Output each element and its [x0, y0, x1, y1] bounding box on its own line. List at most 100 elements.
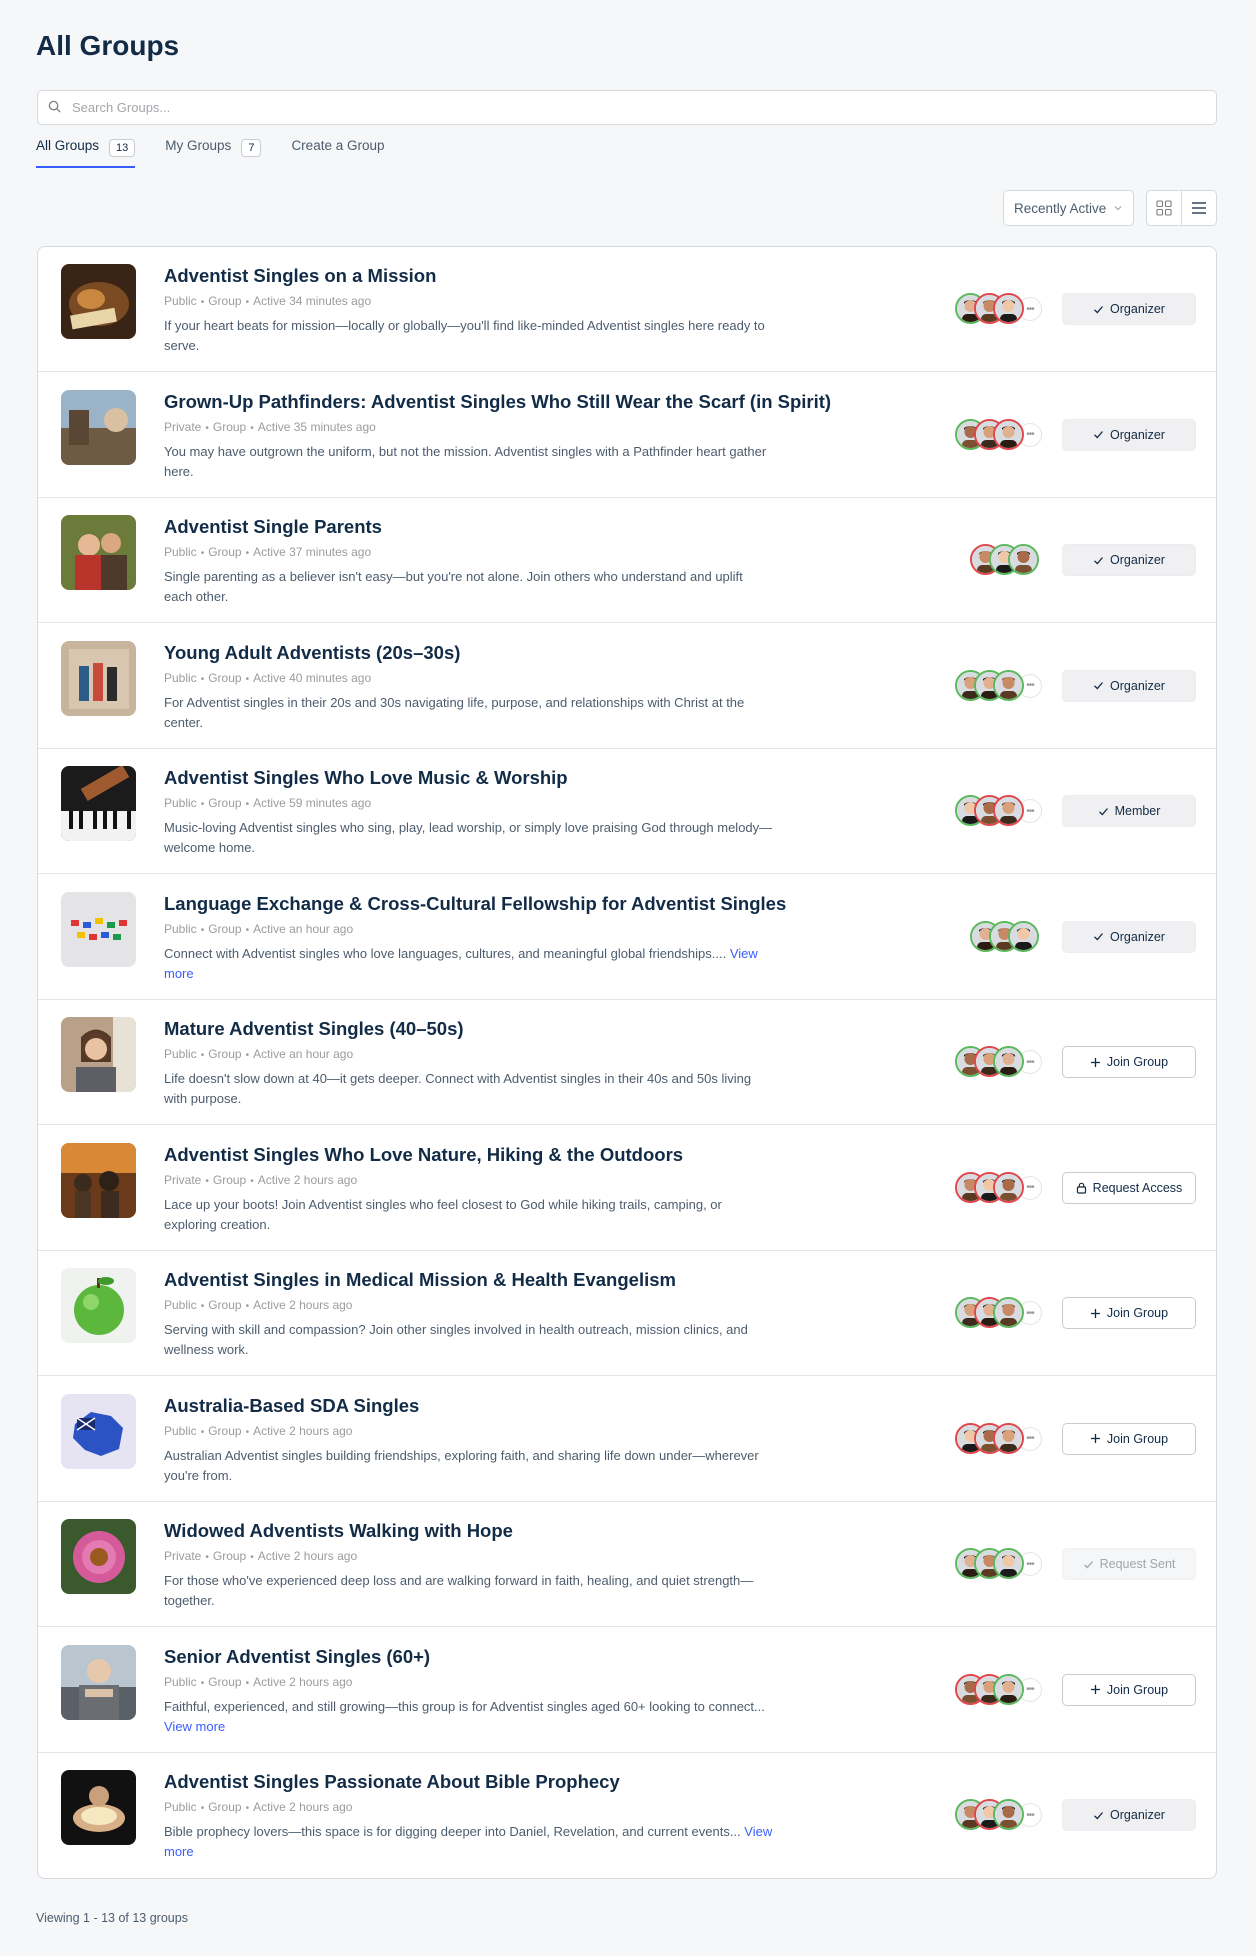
view-more-link[interactable]: View more — [164, 1719, 225, 1734]
plus-icon — [1090, 1308, 1100, 1318]
group-name-link[interactable]: Language Exchange & Cross-Cultural Fello… — [164, 893, 786, 915]
tab-all-groups[interactable]: All Groups 13 — [36, 138, 136, 168]
group-row: Australia-Based SDA Singles Public • Group •… — [38, 1377, 1216, 1502]
group-name-link[interactable]: Australia-Based SDA Singles — [164, 1395, 419, 1417]
member-avatar[interactable] — [1008, 920, 1039, 952]
description-text: Lace up your boots! Join Adventist singl… — [164, 1196, 722, 1232]
group-activity: Active 40 minutes ago — [253, 670, 372, 685]
tab-my-groups[interactable]: My Groups 7 — [165, 138, 262, 168]
group-action-button[interactable]: Join Group — [1062, 1297, 1196, 1329]
meta-separator: • — [250, 422, 254, 434]
check-icon — [1094, 431, 1104, 439]
group-description: For Adventist singles in their 20s and 3… — [164, 693, 774, 733]
group-cover-image[interactable] — [61, 891, 136, 967]
search-bar[interactable] — [37, 90, 1217, 125]
meta-separator: • — [205, 1552, 209, 1563]
group-cover-image[interactable] — [61, 1268, 136, 1343]
search-input[interactable] — [72, 91, 1202, 124]
group-privacy: Public — [164, 545, 197, 559]
group-name-link[interactable]: Senior Adventist Singles (60+) — [164, 1646, 430, 1668]
group-type: Group — [212, 1172, 247, 1187]
group-type: Group — [208, 1298, 242, 1312]
action-label: Request Sent — [1099, 1557, 1176, 1571]
group-name-link[interactable]: Adventist Singles in Medical Mission & H… — [164, 1269, 676, 1291]
meta-separator: • — [200, 673, 205, 685]
group-name-link[interactable]: Adventist Singles on a Mission — [164, 265, 436, 287]
group-action-button[interactable]: Organizer — [1062, 293, 1196, 325]
group-action-button[interactable]: Request Sent — [1062, 1548, 1196, 1580]
group-activity: Active an hour ago — [253, 921, 354, 936]
member-avatar[interactable] — [993, 1673, 1024, 1705]
group-cover-image[interactable] — [61, 1519, 136, 1594]
meta-separator: • — [245, 1803, 250, 1814]
action-label: Join Group — [1106, 1682, 1169, 1697]
group-description: Music-loving Adventist singles who sing,… — [164, 818, 774, 858]
member-avatar[interactable] — [993, 418, 1024, 450]
group-name-link[interactable]: Adventist Singles Who Love Music & Worsh… — [164, 767, 568, 789]
group-name-link[interactable]: Adventist Singles Passionate About Bible… — [164, 1771, 620, 1793]
group-meta: Public • Group • Active an hour ago — [164, 1047, 353, 1061]
group-privacy: Public — [164, 921, 197, 936]
group-name-link[interactable]: Mature Adventist Singles (40–50s) — [164, 1018, 464, 1040]
tab-create-group[interactable]: Create a Group — [291, 138, 384, 168]
group-action-button[interactable]: Member — [1062, 795, 1196, 827]
group-cover-image[interactable] — [61, 1017, 136, 1092]
group-action-button[interactable]: Organizer — [1062, 544, 1196, 576]
group-cover-image[interactable] — [61, 264, 136, 339]
group-cover-image[interactable] — [61, 766, 136, 841]
description-text: If your heart beats for mission—locally … — [164, 318, 765, 353]
group-cover-image[interactable] — [61, 515, 136, 590]
group-cover-image[interactable] — [61, 389, 136, 465]
group-cover-image[interactable] — [61, 1142, 136, 1218]
member-avatar[interactable] — [993, 1171, 1024, 1203]
group-activity: Active 2 hours ago — [253, 1674, 353, 1689]
grid-icon — [1156, 200, 1172, 216]
group-cover-image[interactable] — [61, 640, 136, 716]
member-avatar[interactable] — [993, 1297, 1024, 1328]
grid-view-button[interactable] — [1147, 191, 1182, 225]
meta-separator: • — [200, 1301, 205, 1312]
group-description: Connect with Adventist singles who love … — [164, 944, 774, 984]
member-avatar[interactable] — [993, 1799, 1024, 1830]
check-icon — [1094, 1811, 1104, 1819]
sort-dropdown[interactable]: Recently Active — [1003, 190, 1134, 226]
group-name-link[interactable]: Grown-Up Pathfinders: Adventist Singles … — [164, 391, 831, 413]
member-avatars: ••• — [955, 1548, 1042, 1582]
group-cover-image[interactable] — [61, 1393, 136, 1469]
group-name-link[interactable]: Widowed Adventists Walking with Hope — [164, 1520, 513, 1542]
group-action-button[interactable]: Join Group — [1062, 1046, 1196, 1078]
meta-separator: • — [245, 673, 250, 685]
group-name-link[interactable]: Adventist Single Parents — [164, 516, 382, 538]
member-avatars — [970, 920, 1039, 955]
group-action-button[interactable]: Request Access — [1062, 1171, 1196, 1204]
list-view-button[interactable] — [1182, 191, 1217, 225]
group-cover-image[interactable] — [61, 1770, 136, 1845]
check-icon — [1094, 682, 1104, 690]
action-label: Organizer — [1110, 929, 1165, 944]
group-action-button[interactable]: Join Group — [1062, 1422, 1196, 1455]
group-action-button[interactable]: Organizer — [1062, 1799, 1196, 1831]
member-avatar[interactable] — [1008, 544, 1039, 575]
group-action-button[interactable]: Join Group — [1062, 1673, 1196, 1706]
group-cover-image[interactable] — [61, 1644, 136, 1720]
group-action-button[interactable]: Organizer — [1062, 418, 1196, 451]
plus-icon — [1090, 1685, 1100, 1694]
member-avatar[interactable] — [993, 1046, 1024, 1077]
meta-separator: • — [245, 1426, 250, 1438]
group-description: Life doesn't slow down at 40—it gets dee… — [164, 1069, 774, 1109]
group-name-link[interactable]: Young Adult Adventists (20s–30s) — [164, 642, 460, 664]
sort-selected-value: Recently Active — [1014, 200, 1107, 216]
member-avatar[interactable] — [993, 669, 1024, 701]
member-avatar[interactable] — [993, 1548, 1024, 1579]
group-privacy: Public — [164, 1674, 197, 1689]
group-name-link[interactable]: Adventist Singles Who Love Nature, Hikin… — [164, 1144, 683, 1166]
meta-separator: • — [200, 1677, 205, 1689]
member-avatars: ••• — [955, 1046, 1042, 1080]
group-meta: Public • Group • Active 2 hours ago — [164, 1424, 352, 1438]
group-action-button[interactable]: Organizer — [1062, 920, 1196, 953]
group-action-button[interactable]: Organizer — [1062, 669, 1196, 702]
group-row: Adventist Singles in Medical Mission & H… — [38, 1251, 1216, 1376]
member-avatar[interactable] — [993, 1422, 1024, 1454]
member-avatar[interactable] — [993, 795, 1024, 826]
member-avatar[interactable] — [993, 293, 1024, 324]
